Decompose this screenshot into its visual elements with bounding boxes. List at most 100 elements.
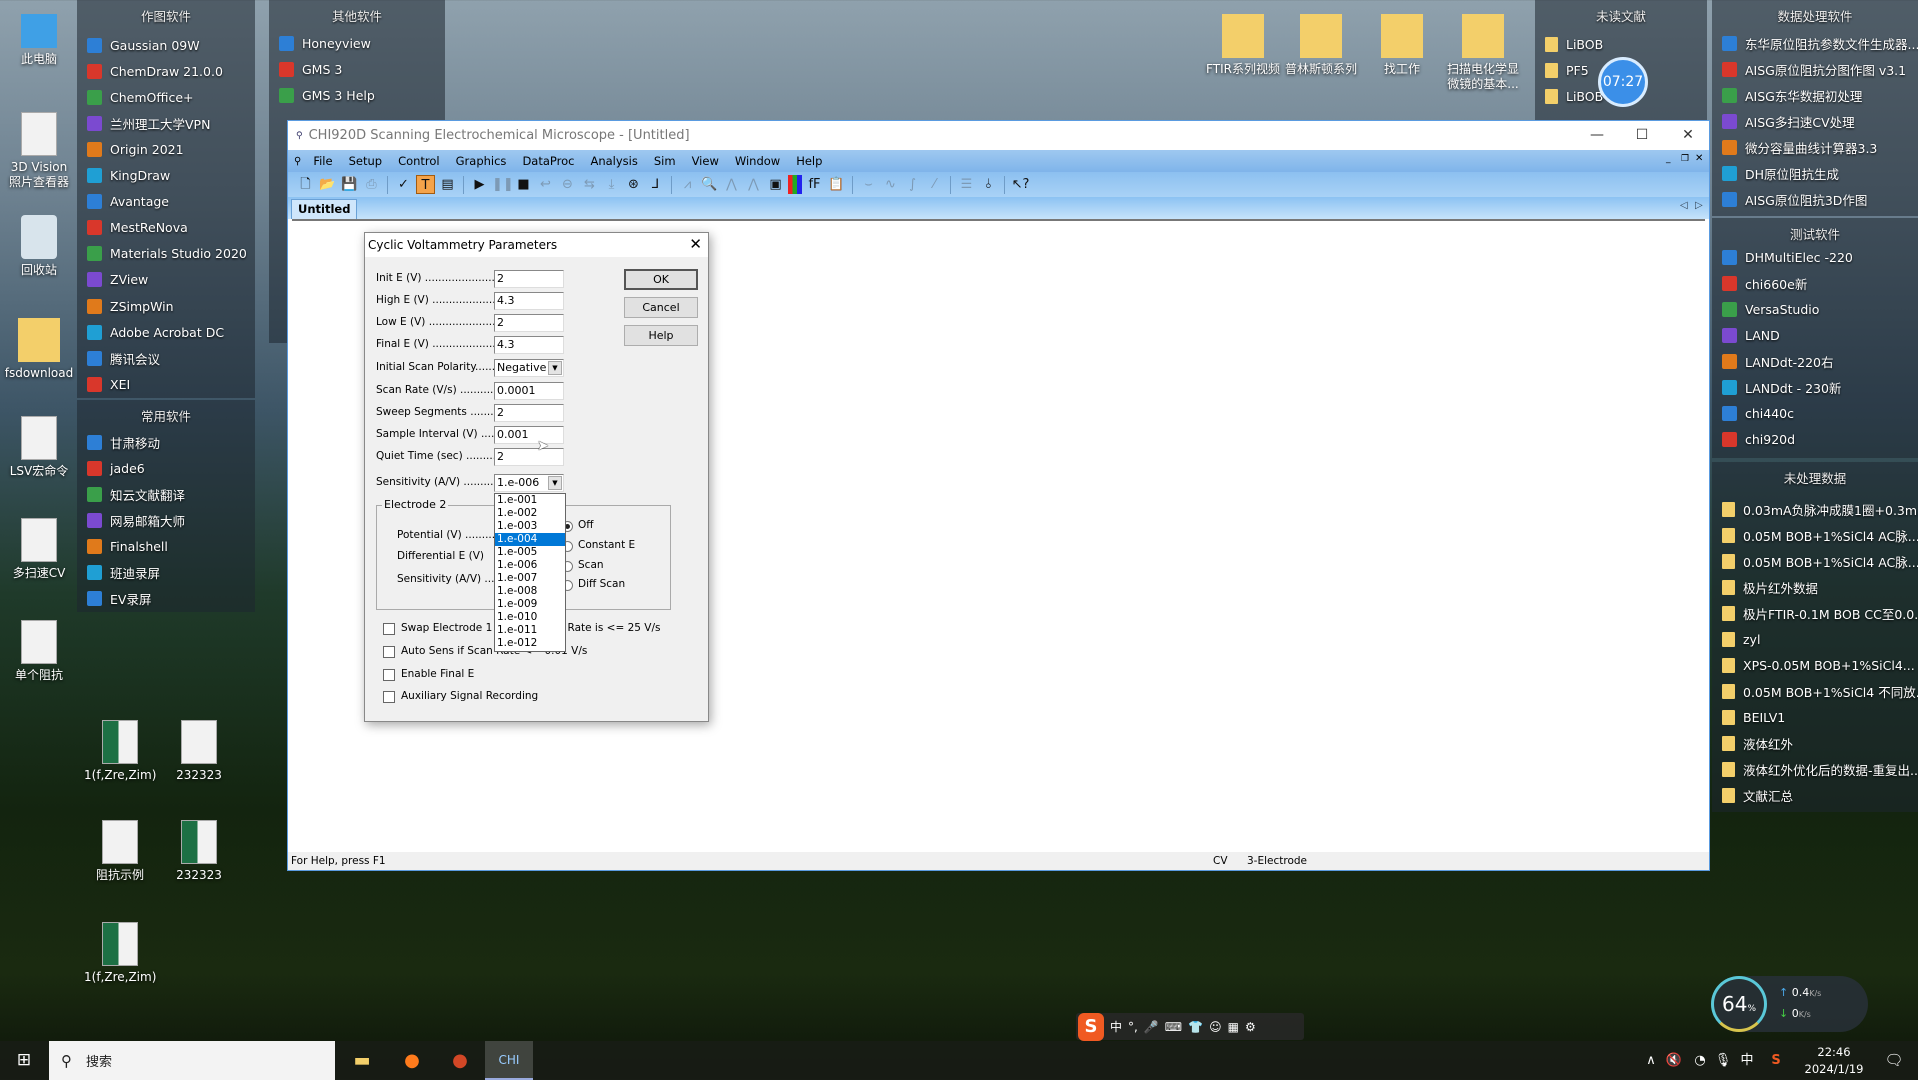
ime-tool-icon[interactable]: ☺ <box>1209 1020 1222 1034</box>
field-sweep-segments-input[interactable]: 2 <box>494 404 564 422</box>
desktop-icon[interactable]: 3D Vision 照片查看器 <box>3 112 75 190</box>
ok-button[interactable]: OK <box>624 269 698 290</box>
mdi-restore-button[interactable]: ❐ <box>1681 154 1689 164</box>
shortcut-origin-2021[interactable]: Origin 2021 <box>87 138 184 160</box>
sensitivity-option[interactable]: 1.e-011 <box>495 624 565 637</box>
context-help-icon[interactable]: ↖? <box>1011 175 1030 194</box>
chi-instruments-taskbar-icon[interactable]: CHI <box>485 1041 533 1080</box>
sogou-logo-icon[interactable]: S <box>1078 1012 1104 1041</box>
shortcut-zyl[interactable]: zyl <box>1722 628 1760 650</box>
pause-icon[interactable]: ❚❚ <box>492 175 514 194</box>
system-check-icon[interactable]: ✓ <box>394 175 413 194</box>
cancel-button[interactable]: Cancel <box>624 297 698 318</box>
text-report-icon[interactable]: ☰ <box>957 175 976 194</box>
save-icon[interactable]: 💾 <box>340 175 359 194</box>
desktop-icon[interactable]: 回收站 <box>3 215 75 278</box>
minimize-button[interactable]: — <box>1574 121 1620 150</box>
menu-control[interactable]: Control <box>390 154 448 168</box>
maximize-button[interactable]: ☐ <box>1619 121 1665 150</box>
desktop-icon[interactable]: 232323 <box>163 820 235 883</box>
help-button[interactable]: Help <box>624 325 698 346</box>
field-quiet-time-sec-input[interactable]: 2 <box>494 448 564 466</box>
shortcut-aisg-3d[interactable]: AISG原位阻抗3D作图 <box>1722 188 1867 210</box>
ime-tool-icon[interactable]: 中 <box>1110 1018 1122 1035</box>
shortcut-0-05m-bob-1-sicl4[interactable]: 0.05M BOB+1%SiCl4 不同放... <box>1722 680 1918 702</box>
menu-file[interactable]: File <box>305 154 340 168</box>
technique-icon[interactable]: T <box>416 175 435 194</box>
checkbox-enable-final-e[interactable] <box>383 669 395 681</box>
microphone-icon[interactable]: 🎙 <box>1712 1041 1734 1080</box>
sensitivity-dropdown-list[interactable]: 1.e-001 1.e-002 1.e-003 1.e-004 1.e-005 1.e-0… <box>494 493 566 652</box>
tab-untitled[interactable]: Untitled <box>291 199 358 219</box>
mdi-close-button[interactable]: ✕ <box>1695 153 1703 164</box>
display-icon[interactable]: ▣ <box>766 175 785 194</box>
checkbox-auxiliary-signal-recording[interactable] <box>383 691 395 703</box>
shortcut-vpn[interactable]: 兰州理工大学VPN <box>87 112 210 134</box>
field-init-e-v-input[interactable]: 2 <box>494 270 564 288</box>
rotate-icon[interactable]: ⤓ <box>602 175 621 194</box>
sensitivity-option[interactable]: 1.e-009 <box>495 598 565 611</box>
sensitivity-option[interactable]: 1.e-008 <box>495 585 565 598</box>
start-button[interactable]: ⊞ <box>0 1041 48 1080</box>
shortcut-3-3[interactable]: 微分容量曲线计算器3.3 <box>1722 136 1877 158</box>
shortcut-item[interactable]: 网易邮箱大师 <box>87 509 185 531</box>
cell-icon[interactable]: ⊛ <box>624 175 643 194</box>
shortcut-item[interactable]: 腾讯会议 <box>87 347 160 369</box>
desktop-icon[interactable]: 多扫速CV <box>3 518 75 581</box>
desktop-folder[interactable]: FTIR系列视频 <box>1203 14 1283 77</box>
shortcut-chemoffice[interactable]: ChemOffice+ <box>87 86 193 108</box>
dialog-close-button[interactable]: ✕ <box>689 235 702 253</box>
menu-view[interactable]: View <box>684 154 727 168</box>
search-box[interactable]: ⚲ 搜索 <box>49 1041 335 1080</box>
shortcut-kingdraw[interactable]: KingDraw <box>87 165 170 187</box>
checkbox-auto-sens-if-scan-rate-0-01-v-[interactable] <box>383 646 395 658</box>
ime-tool-icon[interactable]: 👕 <box>1188 1020 1203 1034</box>
sensitivity-option[interactable]: 1.e-007 <box>495 572 565 585</box>
shortcut-landdt-230[interactable]: LANDdt - 230新 <box>1722 376 1841 398</box>
wifi-icon[interactable]: ◔ <box>1689 1041 1711 1080</box>
font-icon[interactable]: fF <box>805 175 824 194</box>
sensitivity-option[interactable]: 1.e-004 <box>495 533 565 546</box>
checkbox-swap-electrode-1-and-2-if-scan[interactable] <box>383 623 395 635</box>
parameters-icon[interactable]: ▤ <box>438 175 457 194</box>
ime-tool-icon[interactable]: °, <box>1128 1020 1138 1034</box>
sensitivity-option[interactable]: 1.e-005 <box>495 546 565 559</box>
desktop-icon[interactable]: fsdownload <box>3 318 75 381</box>
shortcut-0-05m-bob-1-sicl4-ac[interactable]: 0.05M BOB+1%SiCl4 AC脉... <box>1722 550 1918 572</box>
chevron-down-icon[interactable]: ▼ <box>548 476 562 490</box>
shortcut-land[interactable]: LAND <box>1722 324 1780 346</box>
ime-tool-icon[interactable]: 🎤 <box>1144 1020 1159 1034</box>
sensitivity-option[interactable]: 1.e-010 <box>495 611 565 624</box>
desktop-folder[interactable]: 找工作 <box>1362 14 1442 77</box>
overlay-icon[interactable]: ⋀ <box>744 175 763 194</box>
color-icon[interactable] <box>788 175 802 194</box>
integrate-icon[interactable]: ∫ <box>903 175 922 194</box>
desktop-icon[interactable]: LSV宏命令 <box>3 416 75 479</box>
shortcut-item[interactable]: 液体红外 <box>1722 732 1793 754</box>
shortcut-landdt-220[interactable]: LANDdt-220右 <box>1722 350 1833 372</box>
open-folder-icon[interactable]: 📂 <box>318 175 337 194</box>
shortcut-materials-studio-2020[interactable]: Materials Studio 2020 <box>87 243 247 265</box>
desktop-folder[interactable]: 扫描电化学显微镜的基本... <box>1443 14 1523 92</box>
probe-icon[interactable]: ⁄ <box>925 175 944 194</box>
menu-graphics[interactable]: Graphics <box>448 154 515 168</box>
floating-clock-widget[interactable]: 07:27 <box>1598 57 1648 107</box>
shortcut-item[interactable]: 东华原位阻抗参数文件生成器... <box>1722 32 1918 54</box>
dialog-titlebar[interactable]: Cyclic Voltammetry Parameters <box>365 233 708 257</box>
shortcut-beilv1[interactable]: BEILV1 <box>1722 706 1785 728</box>
desktop-icon[interactable]: 232323 <box>163 720 235 783</box>
shortcut-item[interactable]: 液体红外优化后的数据-重复出... <box>1722 758 1918 780</box>
filter-icon[interactable]: ⊖ <box>558 175 577 194</box>
sensitivity-option[interactable]: 1.e-001 <box>495 494 565 507</box>
field-low-e-v-input[interactable]: 2 <box>494 314 564 332</box>
graph-icon[interactable]: ⩘ <box>678 175 697 194</box>
shortcut-0-03ma-1-0-3m[interactable]: 0.03mA负脉冲成膜1圈+0.3m... <box>1722 498 1918 520</box>
input-method-indicator[interactable]: 中 <box>1736 1041 1758 1080</box>
shortcut-item[interactable]: 知云文献翻译 <box>87 483 185 505</box>
field-final-e-v-input[interactable]: 4.3 <box>494 336 564 354</box>
shortcut-item[interactable]: 甘肃移动 <box>87 431 160 453</box>
shortcut-honeyview[interactable]: Honeyview <box>279 32 371 54</box>
desktop-folder[interactable]: 普林斯顿系列 <box>1281 14 1361 77</box>
file-explorer-icon[interactable]: ▬ <box>338 1041 386 1080</box>
shortcut-zsimpwin[interactable]: ZSimpWin <box>87 295 174 317</box>
